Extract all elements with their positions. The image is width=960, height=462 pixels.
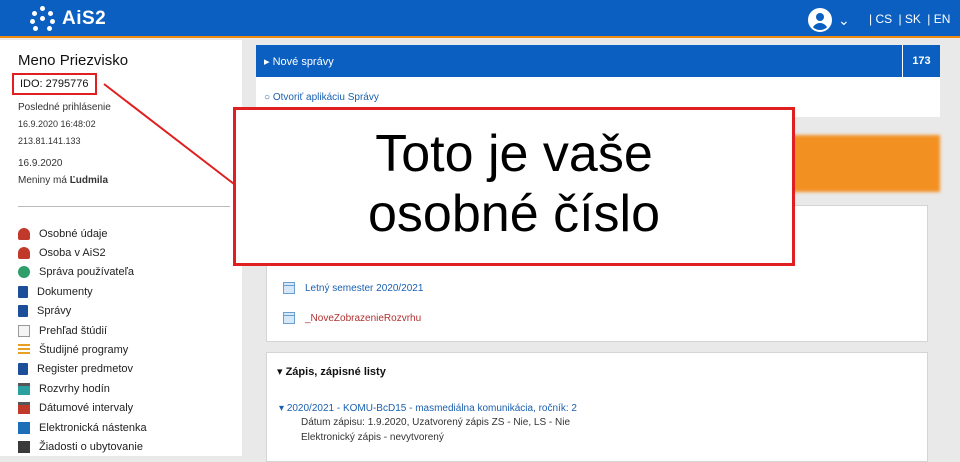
- callout-box: Toto je vaše osobné číslo: [233, 107, 795, 266]
- callout-text: Toto je vaše: [375, 125, 653, 183]
- callout-text: osobné číslo: [368, 185, 660, 243]
